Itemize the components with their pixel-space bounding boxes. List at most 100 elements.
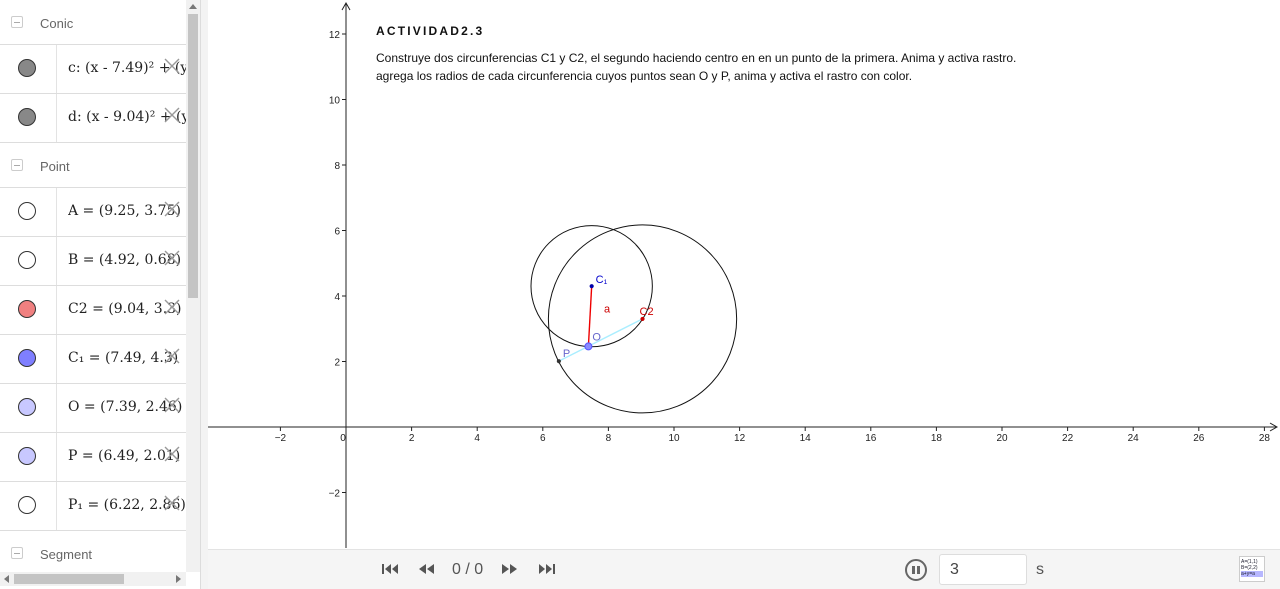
collapse-toggle-icon[interactable] <box>11 159 23 171</box>
x-tick-label: 12 <box>734 433 746 444</box>
algebra-list: Conic c: (x - 7.49)² + (y - 4.3)² = 3.43d… <box>0 0 186 572</box>
visibility-toggle-icon[interactable] <box>18 251 36 269</box>
algebra-item[interactable]: d: (x - 9.04)² + (y - 3.3)² = 8.22 <box>0 94 186 143</box>
row-divider <box>56 433 57 481</box>
row-divider <box>56 335 57 383</box>
x-tick-label: 8 <box>606 433 612 444</box>
previous-step-icon[interactable] <box>416 561 436 577</box>
point-label-C2: C2 <box>640 306 654 318</box>
speed-input[interactable] <box>939 554 1027 585</box>
row-divider <box>56 482 57 530</box>
x-tick-label: 2 <box>409 433 415 444</box>
construction-player: 0 / 0 s A=(1,1)B=(2,2)a+y=a <box>208 549 1280 589</box>
delete-icon[interactable] <box>163 445 181 463</box>
x-tick-label: 20 <box>996 433 1008 444</box>
collapse-toggle-icon[interactable] <box>11 547 23 559</box>
algebra-view: Conic c: (x - 7.49)² + (y - 4.3)² = 3.43d… <box>0 0 200 589</box>
algebra-item[interactable]: P₁ = (6.22, 2.86) <box>0 482 186 531</box>
y-tick-label: 4 <box>334 292 340 303</box>
activity-title: ACTIVIDAD2.3 <box>376 24 485 38</box>
y-tick-label: 12 <box>329 30 341 41</box>
view-divider[interactable] <box>200 0 208 589</box>
x-tick-label: 26 <box>1193 433 1205 444</box>
algebra-item[interactable]: P = (6.49, 2.01) <box>0 433 186 482</box>
visibility-toggle-icon[interactable] <box>18 496 36 514</box>
scroll-right-arrow-icon[interactable] <box>176 575 181 583</box>
x-tick-label: 22 <box>1062 433 1074 444</box>
segment-a <box>587 286 593 347</box>
delete-icon[interactable] <box>163 298 181 316</box>
scroll-up-arrow-icon[interactable] <box>189 4 197 9</box>
delete-icon[interactable] <box>163 57 181 75</box>
algebra-item[interactable]: B = (4.92, 0.68) <box>0 237 186 286</box>
step-counter: 0 / 0 <box>452 561 484 578</box>
scroll-left-arrow-icon[interactable] <box>4 575 9 583</box>
x-tick-label: 6 <box>540 433 546 444</box>
visibility-toggle-icon[interactable] <box>18 398 36 416</box>
segment-label-a: a <box>604 303 611 315</box>
delete-icon[interactable] <box>163 396 181 414</box>
group-label: Point <box>40 159 70 174</box>
speed-unit: s <box>1036 561 1044 578</box>
visibility-toggle-icon[interactable] <box>18 202 36 220</box>
row-divider <box>56 188 57 236</box>
algebra-item[interactable]: O = (7.39, 2.46) <box>0 384 186 433</box>
x-tick-label: 0 <box>340 433 346 444</box>
delete-icon[interactable] <box>163 347 181 365</box>
algebra-item[interactable]: A = (9.25, 3.75) <box>0 188 186 237</box>
x-tick-label: 14 <box>800 433 812 444</box>
activity-text: ACTIVIDAD2.3 Construye dos circunferenci… <box>376 24 1076 85</box>
row-divider <box>56 94 57 142</box>
graphics-view[interactable]: −2 0 2 4 6 8 10 12 14 16 18 20 22 24 26 28 −2 2 4 6 8 10 12 a C₁… <box>208 0 1280 548</box>
x-tick-label: 24 <box>1128 433 1140 444</box>
point-label-P: P <box>563 348 570 360</box>
pause-icon[interactable] <box>905 559 927 581</box>
point-O <box>584 342 593 351</box>
algebra-horizontal-scrollbar[interactable] <box>0 572 186 586</box>
visibility-toggle-icon[interactable] <box>18 59 36 77</box>
group-header-segment[interactable]: Segment <box>0 531 186 572</box>
point-label-C1: C₁ <box>596 274 608 286</box>
algebra-vertical-scrollbar[interactable] <box>186 0 200 572</box>
row-divider <box>56 384 57 432</box>
point-C1 <box>589 284 594 289</box>
activity-instructions-line-1: Construye dos circunferencias C1 y C2, e… <box>376 51 1017 65</box>
y-tick-label: 2 <box>334 358 340 369</box>
visibility-toggle-icon[interactable] <box>18 108 36 126</box>
algebra-item[interactable]: C2 = (9.04, 3.3) <box>0 286 186 335</box>
collapse-toggle-icon[interactable] <box>11 16 23 28</box>
visibility-toggle-icon[interactable] <box>18 300 36 318</box>
x-tick-label: 10 <box>668 433 680 444</box>
algebra-item[interactable]: C₁ = (7.49, 4.3) <box>0 335 186 384</box>
point-label-O: O <box>592 331 601 343</box>
x-tick-label: 28 <box>1259 433 1271 444</box>
last-step-icon[interactable] <box>537 561 557 577</box>
next-step-icon[interactable] <box>500 561 520 577</box>
scroll-thumb[interactable] <box>188 14 198 298</box>
group-label: Segment <box>40 547 93 562</box>
row-divider <box>56 286 57 334</box>
y-tick-label: 10 <box>329 96 341 107</box>
x-tick-label: 18 <box>931 433 943 444</box>
activity-instructions-line-2: agrega los radios de cada circunferencia… <box>376 69 913 83</box>
first-step-icon[interactable] <box>380 561 400 577</box>
delete-icon[interactable] <box>163 494 181 512</box>
delete-icon[interactable] <box>163 200 181 218</box>
delete-icon[interactable] <box>163 106 181 124</box>
y-tick-label: 8 <box>334 161 340 172</box>
group-label: Conic <box>40 16 74 31</box>
group-header-point[interactable]: Point <box>0 143 186 188</box>
visibility-toggle-icon[interactable] <box>18 447 36 465</box>
x-tick-label: 16 <box>865 433 877 444</box>
x-tick-label: −2 <box>275 433 287 444</box>
scroll-thumb[interactable] <box>14 574 124 584</box>
algebra-input-toggle-icon[interactable]: A=(1,1) B=(2,2) a+y=a <box>1239 556 1265 582</box>
x-tick-label: 4 <box>474 433 480 444</box>
algebra-item[interactable]: c: (x - 7.49)² + (y - 4.3)² = 3.43 <box>0 45 186 94</box>
group-header-conic[interactable]: Conic <box>0 0 186 45</box>
visibility-toggle-icon[interactable] <box>18 349 36 367</box>
delete-icon[interactable] <box>163 249 181 267</box>
y-tick-label: −2 <box>329 489 341 500</box>
y-tick-label: 6 <box>334 227 340 238</box>
row-divider <box>56 45 57 93</box>
